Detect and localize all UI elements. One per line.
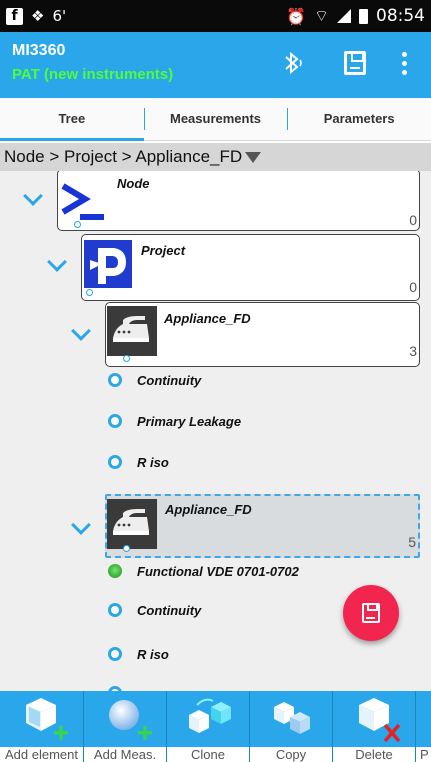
add-element-label: Add element — [5, 747, 78, 762]
paste-button[interactable]: P — [415, 691, 431, 762]
dropdown-arrow-icon[interactable] — [245, 152, 262, 164]
appliance-count: 3 — [409, 343, 417, 359]
chevron-down-icon[interactable] — [71, 515, 91, 535]
node-connector — [86, 289, 93, 296]
dropbox-icon: ❖ — [31, 7, 45, 25]
appliance-label: Appliance_FD — [164, 311, 251, 326]
bottom-toolbar: Add element Add Meas. Clone Copy Delete … — [0, 691, 431, 762]
project-count: 0 — [409, 279, 417, 295]
app-subtitle: PAT (new instruments) — [12, 66, 174, 83]
delete-label: Delete — [355, 747, 393, 762]
tree-node-appliance-selected[interactable]: Appliance_FD 5 — [105, 494, 420, 558]
tree-node-node[interactable]: Node 0 — [57, 171, 420, 231]
iron-appliance-icon — [107, 306, 157, 356]
app-bar: MI3360 PAT (new instruments) — [0, 32, 431, 98]
clone-icon — [189, 698, 231, 733]
paste-label: P — [420, 747, 429, 762]
tab-parameters[interactable]: Parameters — [287, 98, 431, 140]
signal-icon — [337, 9, 351, 23]
add-measurement-icon — [109, 700, 152, 740]
add-element-button[interactable]: Add element — [0, 691, 83, 762]
measurement-item[interactable]: Primary Leakage — [108, 410, 241, 432]
appliance-count: 5 — [408, 534, 416, 550]
delete-icon — [359, 698, 401, 743]
chevron-down-icon[interactable] — [47, 252, 67, 272]
delete-button[interactable]: Delete — [332, 691, 415, 762]
node-label: Node — [117, 176, 150, 191]
copy-button[interactable]: Copy — [249, 691, 332, 762]
node-connector — [123, 355, 130, 362]
notification-count: 6' — [52, 7, 67, 25]
measurement-item[interactable]: R iso — [108, 451, 169, 473]
measurement-item[interactable]: Continuity — [108, 369, 201, 391]
wifi-icon: ⌔ — [313, 6, 329, 25]
battery-icon — [359, 8, 368, 24]
more-vert-icon[interactable] — [402, 52, 408, 79]
facebook-icon: f — [6, 7, 23, 25]
save-icon — [362, 603, 380, 623]
project-label: Project — [141, 243, 186, 258]
add-measurement-button[interactable]: Add Meas. — [83, 691, 166, 762]
copy-label: Copy — [275, 747, 307, 762]
status-not-done-icon — [108, 603, 122, 617]
tab-bar: Tree Measurements Parameters — [0, 98, 431, 141]
project-icon — [84, 240, 132, 288]
status-not-done-icon — [108, 373, 122, 387]
tree-node-appliance[interactable]: Appliance_FD 3 — [105, 302, 420, 367]
chevron-down-icon[interactable] — [71, 321, 91, 341]
breadcrumb-path: Node > Project > Appliance_FD — [4, 147, 243, 166]
node-connector — [74, 221, 81, 228]
node-icon — [60, 178, 106, 224]
status-not-done-icon — [108, 414, 122, 428]
status-not-done-icon — [108, 455, 122, 469]
bluetooth-icon[interactable] — [282, 50, 304, 82]
status-passed-icon — [108, 564, 122, 578]
measurement-item[interactable]: Functional VDE 0701-0702 — [108, 560, 299, 582]
iron-appliance-icon — [107, 499, 157, 549]
measurement-item[interactable]: R iso — [108, 643, 169, 665]
clone-button[interactable]: Clone — [166, 691, 249, 762]
tree-node-project[interactable]: Project 0 — [81, 234, 420, 301]
alarm-icon: ⏰ — [286, 6, 306, 26]
copy-icon — [274, 702, 310, 734]
save-fab-button[interactable] — [343, 585, 399, 641]
add-element-icon — [26, 698, 68, 740]
tab-tree[interactable]: Tree — [0, 98, 144, 141]
save-icon[interactable] — [344, 51, 366, 75]
status-not-done-icon — [108, 647, 122, 661]
chevron-down-icon[interactable] — [23, 186, 43, 206]
node-count: 0 — [409, 212, 417, 228]
node-connector — [123, 545, 130, 552]
clock: 08:54 — [376, 6, 425, 26]
measurement-item[interactable]: Continuity — [108, 599, 201, 621]
appliance-label: Appliance_FD — [165, 502, 252, 517]
clone-label: Clone — [191, 747, 225, 762]
measurement-item[interactable] — [108, 682, 122, 691]
tab-measurements[interactable]: Measurements — [143, 98, 288, 140]
add-measurement-label: Add Meas. — [93, 747, 157, 762]
app-title: MI3360 — [12, 42, 66, 59]
breadcrumb[interactable]: Node > Project > Appliance_FD — [0, 143, 431, 171]
status-bar: f ❖ 6' ⏰ ⌔ 08:54 — [0, 0, 431, 32]
